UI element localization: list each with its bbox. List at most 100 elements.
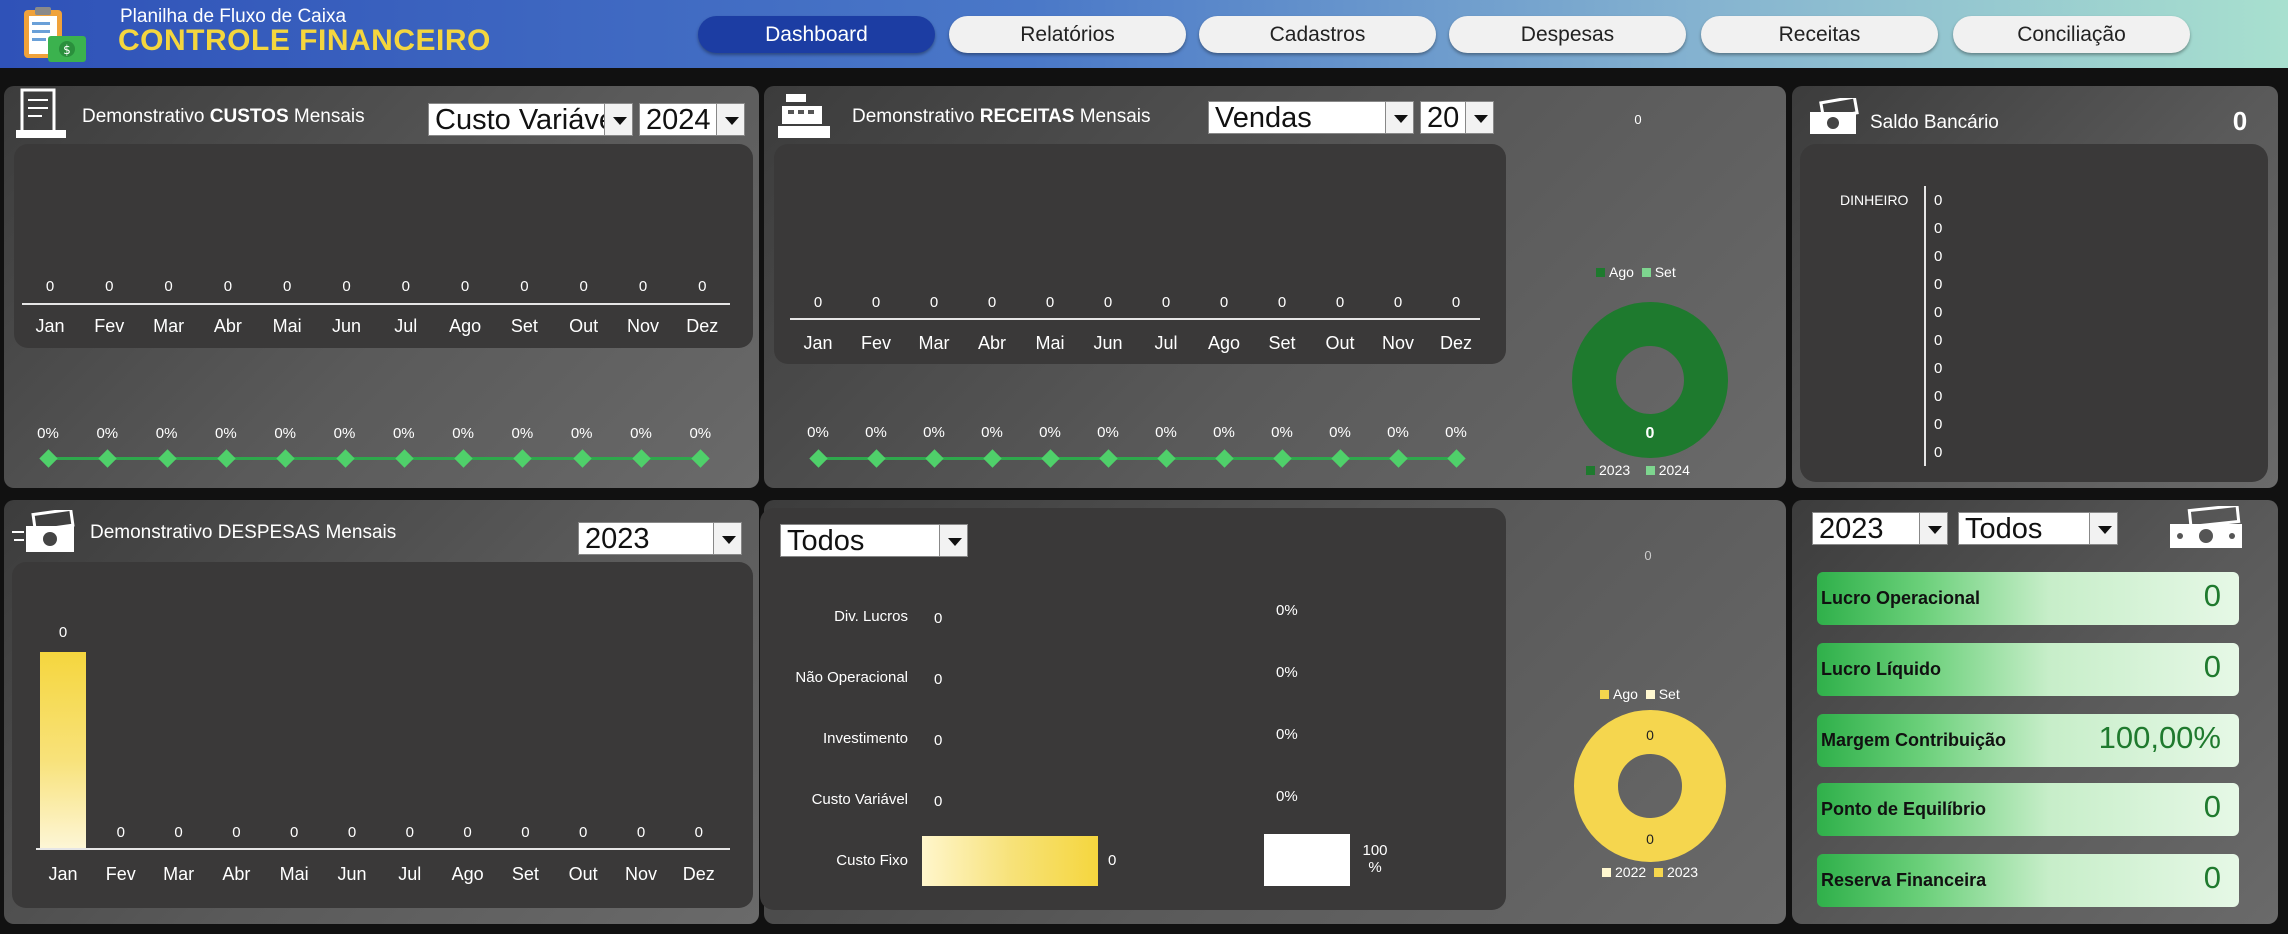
month-label: Dez bbox=[686, 316, 719, 336]
receitas-month-percent: 0% bbox=[1097, 424, 1119, 441]
saldo-tick-label: 0 bbox=[1934, 220, 1943, 237]
month-label: Set bbox=[511, 864, 539, 884]
categorias-donut-top-label: 0 bbox=[1644, 548, 1652, 563]
custos-month-percent: 0% bbox=[392, 425, 415, 442]
receitas-donut-legend-bottom: 2023 2024 bbox=[1586, 462, 1690, 478]
despesas-month-value: 0 bbox=[521, 824, 530, 841]
month-label: Jul bbox=[1154, 333, 1178, 353]
custo-fixo-bar bbox=[922, 836, 1098, 886]
chevron-down-icon bbox=[1465, 102, 1493, 133]
custos-month-percent: 0% bbox=[215, 425, 237, 442]
custos-month-value: 0 bbox=[164, 278, 173, 295]
categoria-percent: 100 % bbox=[1362, 842, 1388, 876]
custos-month-value: 0 bbox=[638, 278, 648, 295]
saldo-axis-label: DINHEIRO bbox=[1840, 192, 1909, 208]
custos-month-percent: 0% bbox=[689, 425, 712, 442]
nav-relatorios-button[interactable]: Relatórios bbox=[949, 16, 1186, 53]
month-label: Abr bbox=[977, 333, 1006, 353]
kpi-lucro-liquido: Lucro Líquido 0 bbox=[1817, 643, 2239, 696]
month-label: Out bbox=[568, 864, 598, 884]
chevron-down-icon bbox=[2089, 513, 2117, 544]
month-label: Ago bbox=[451, 864, 484, 884]
categoria-label: Não Operacional bbox=[795, 669, 908, 686]
nav-receitas-button[interactable]: Receitas bbox=[1701, 16, 1938, 53]
indicadores-year-select[interactable]: 2023 bbox=[1812, 512, 1948, 545]
despesas-month-value: 0 bbox=[116, 824, 125, 841]
custos-month-percent: 0% bbox=[630, 425, 652, 442]
custos-month-percent: 0% bbox=[274, 425, 297, 442]
receitas-title: Demonstrativo RECEITAS Mensais bbox=[852, 106, 1151, 127]
month-label: Mai bbox=[272, 316, 302, 336]
custos-month-percent: 0% bbox=[37, 425, 59, 442]
cash-register-icon bbox=[778, 92, 832, 140]
despesas-month-value: 0 bbox=[463, 824, 472, 841]
receitas-axis bbox=[790, 318, 1480, 320]
despesas-month-value: 0 bbox=[636, 824, 646, 841]
indicadores-filter-select[interactable]: Todos bbox=[1958, 512, 2118, 545]
chevron-down-icon bbox=[604, 104, 632, 135]
month-label: Fev bbox=[94, 316, 125, 336]
custos-month-percent: 0% bbox=[511, 425, 534, 442]
categorias-donut-inner-label: 0 bbox=[1646, 727, 1654, 743]
saldo-tick-label: 0 bbox=[1934, 276, 1943, 293]
top-bar: $ Planilha de Fluxo de Caixa CONTROLE FI… bbox=[0, 0, 2288, 68]
saldo-tick-label: 0 bbox=[1934, 304, 1943, 321]
money-bills-icon bbox=[2164, 503, 2248, 552]
receitas-month-percent: 0% bbox=[1213, 424, 1235, 441]
categoria-value: 0 bbox=[934, 793, 943, 810]
despesas-month-value: 0 bbox=[347, 824, 357, 841]
nav-dashboard-button[interactable]: Dashboard bbox=[698, 16, 935, 53]
month-label: Mai bbox=[279, 864, 309, 884]
month-label: Ago bbox=[1207, 333, 1241, 353]
categorias-filter-select[interactable]: Todos bbox=[780, 524, 968, 557]
chevron-down-icon bbox=[1919, 513, 1947, 544]
receitas-month-percent: 0% bbox=[923, 424, 945, 441]
categorias-donut-center-value: 0 bbox=[1646, 831, 1654, 847]
month-label: Out bbox=[569, 316, 599, 336]
receitas-month-value: 0 bbox=[1045, 294, 1055, 311]
custos-month-value: 0 bbox=[45, 278, 55, 295]
despesas-month-value: 0 bbox=[232, 824, 241, 841]
despesas-year-select[interactable]: 2023 bbox=[578, 522, 742, 555]
receitas-month-value: 0 bbox=[871, 294, 881, 311]
receitas-month-value: 0 bbox=[929, 294, 939, 311]
receitas-month-percent: 0% bbox=[981, 424, 1003, 441]
nav-conciliacao-button[interactable]: Conciliação bbox=[1953, 16, 2190, 53]
nav-despesas-button[interactable]: Despesas bbox=[1449, 16, 1686, 53]
despesas-month-value: 0 bbox=[290, 824, 299, 841]
receitas-type-select[interactable]: Vendas bbox=[1208, 101, 1414, 134]
despesas-bar-jan bbox=[40, 652, 86, 848]
month-label: Mar bbox=[163, 864, 195, 884]
month-label: Jun bbox=[331, 316, 362, 336]
receitas-month-value: 0 bbox=[1451, 294, 1461, 311]
receitas-month-percent: 0% bbox=[807, 424, 829, 441]
custos-month-value: 0 bbox=[520, 278, 529, 295]
receitas-year-select[interactable]: 20 bbox=[1420, 101, 1494, 134]
kpi-reserva-financeira: Reserva Financeira 0 bbox=[1817, 854, 2239, 907]
categoria-label: Custo Variável bbox=[811, 791, 908, 808]
custos-year-select[interactable]: 2024 bbox=[639, 103, 745, 136]
saldo-tick-label: 0 bbox=[1934, 416, 1943, 433]
custos-month-percent: 0% bbox=[452, 425, 474, 442]
chevron-down-icon bbox=[939, 525, 967, 556]
month-label: Set bbox=[1268, 333, 1296, 353]
categorias-donut-legend-bottom: 2022 2023 bbox=[1602, 864, 1698, 880]
receitas-month-value: 0 bbox=[1219, 294, 1229, 311]
kpi-ponto-equilibrio: Ponto de Equilíbrio 0 bbox=[1817, 783, 2239, 836]
month-label: Nov bbox=[1381, 333, 1414, 353]
custos-trend-line bbox=[48, 457, 706, 460]
custos-type-select[interactable]: Custo Variável bbox=[428, 103, 633, 136]
saldo-title: Saldo Bancário bbox=[1870, 112, 1999, 133]
custos-axis bbox=[22, 303, 730, 305]
receitas-month-value: 0 bbox=[1161, 294, 1171, 311]
money-bills-icon bbox=[12, 507, 78, 556]
nav-cadastros-button[interactable]: Cadastros bbox=[1199, 16, 1436, 53]
categoria-label: Div. Lucros bbox=[834, 608, 908, 625]
categorias-chart-area bbox=[760, 508, 1506, 910]
money-bills-icon bbox=[1808, 95, 1860, 138]
custos-month-value: 0 bbox=[223, 278, 233, 295]
chevron-down-icon bbox=[713, 523, 741, 554]
custos-month-value: 0 bbox=[460, 278, 470, 295]
svg-text:$: $ bbox=[63, 43, 71, 57]
receitas-month-value: 0 bbox=[987, 294, 997, 311]
